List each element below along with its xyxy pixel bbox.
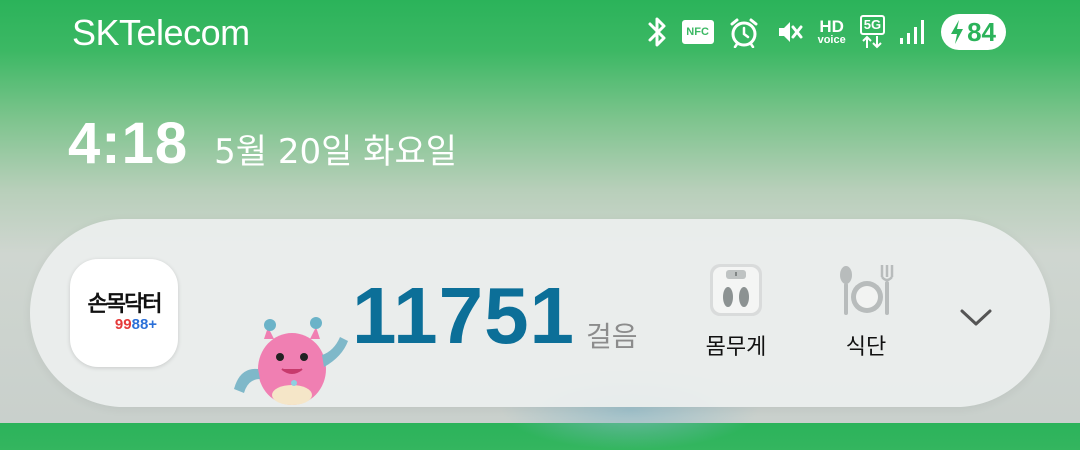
bluetooth-icon [646,15,668,49]
status-icons: NFC HD voice 5G 84 [646,12,1006,52]
meal-icon [840,265,894,315]
time: 4:18 [68,111,189,176]
battery-icon: 84 [941,14,1006,50]
weight-button[interactable]: 몸무게 [681,261,791,361]
date: 5월 20일 화요일 [214,132,458,172]
network-label: 5G [859,15,886,35]
diet-button[interactable]: 식단 [811,261,921,361]
hd-voice-icon: HD voice [818,18,846,46]
expand-button[interactable] [958,299,994,335]
weight-label: 몸무게 [705,335,767,360]
5g-icon: 5G [859,15,886,49]
chevron-down-icon [960,309,992,326]
signal-icon [899,18,927,46]
charging-bolt-icon [951,20,964,44]
nfc-label: NFC [681,20,714,44]
nfc-icon: NFC [681,20,714,44]
battery-percent: 84 [967,16,996,47]
alarm-icon [728,16,760,48]
scale-icon [710,264,762,316]
lockscreen-clock: 4:18 5월 20일 화요일 [68,110,457,177]
hd-label: HD [819,17,844,36]
voice-label: voice [817,34,846,46]
carrier-name: SKTelecom [72,12,250,53]
status-bar: SKTelecom NFC HD voice 5G 84 [0,0,1080,64]
mascot-character [234,317,348,405]
vibrate-icon [774,17,804,47]
app-name: 손목닥터 [87,292,163,317]
app-subname: 9988+ [114,316,158,333]
step-unit: 걸음 [586,320,638,353]
step-count: 11751 [352,271,576,360]
health-widget[interactable]: 손목닥터 9988+ 11751 걸음 몸무게 식단 [30,219,1050,407]
diet-label: 식단 [845,335,887,360]
app-icon-wrist-doctor[interactable]: 손목닥터 9988+ [70,259,178,367]
